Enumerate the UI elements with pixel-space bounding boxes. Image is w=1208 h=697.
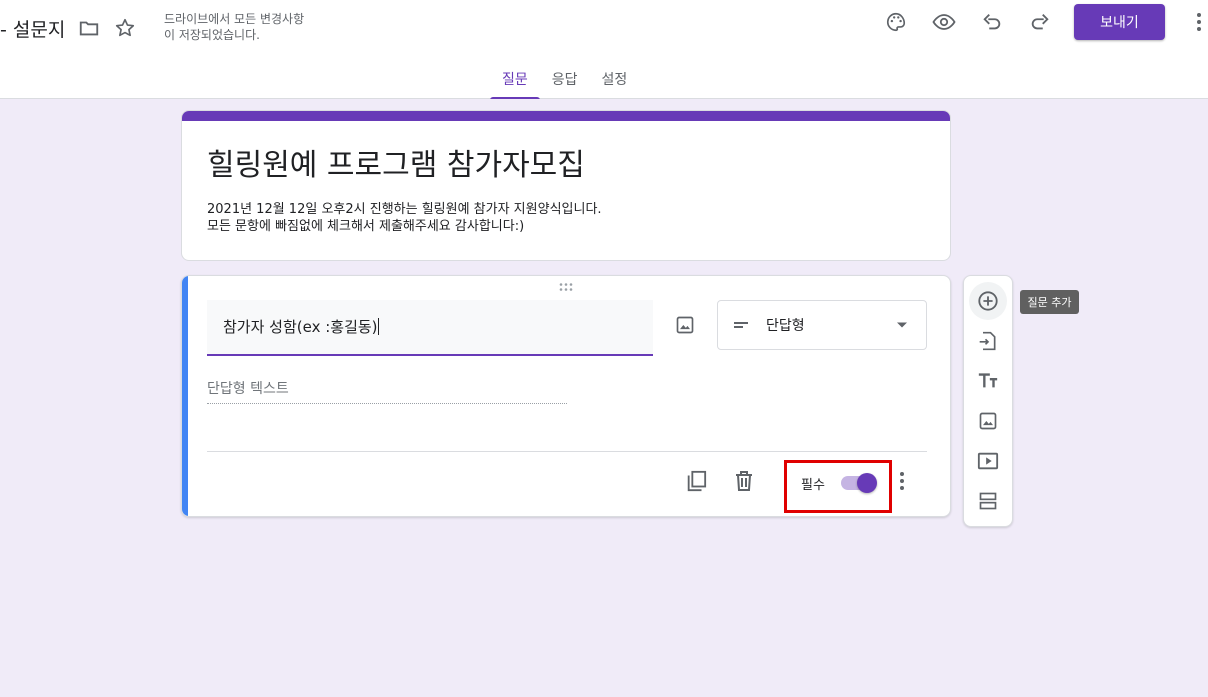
palette-icon[interactable] xyxy=(883,9,909,35)
drag-handle-icon[interactable] xyxy=(558,282,574,292)
add-video-icon[interactable] xyxy=(975,448,1001,474)
delete-icon[interactable] xyxy=(731,468,757,494)
tab-bar: 질문 응답 설정 xyxy=(490,62,640,100)
tab-questions[interactable]: 질문 xyxy=(490,62,540,100)
add-question-icon[interactable] xyxy=(969,282,1007,320)
save-status: 드라이브에서 모든 변경사항 이 저장되었습니다. xyxy=(164,11,364,43)
active-question-indicator xyxy=(182,276,188,516)
redo-icon[interactable] xyxy=(1027,9,1053,35)
question-card[interactable]: 참가자 성함(ex :홍길동) 단답형 단답형 텍스트 필수 xyxy=(181,275,951,517)
form-description[interactable]: 2021년 12월 12일 오후2시 진행하는 힐링원예 참가자 지원양식입니다… xyxy=(207,201,602,235)
required-toggle-knob[interactable] xyxy=(857,473,877,493)
form-description-line2: 모든 문항에 빠짐없에 체크해서 제출해주세요 감사합니다:) xyxy=(207,219,525,234)
form-description-line1: 2021년 12월 12일 오후2시 진행하는 힐링원예 참가자 지원양식입니다… xyxy=(207,202,602,217)
folder-icon[interactable] xyxy=(76,15,102,41)
required-label: 필수 xyxy=(801,478,825,493)
app-header: - 설문지 드라이브에서 모든 변경사항 이 저장되었습니다. 보내기 질문 응… xyxy=(0,0,1208,100)
short-answer-placeholder: 단답형 텍스트 xyxy=(207,376,567,404)
add-title-icon[interactable] xyxy=(975,368,1001,394)
short-answer-icon xyxy=(734,322,748,328)
form-title-card[interactable]: 힐링원예 프로그램 참가자모집 2021년 12월 12일 오후2시 진행하는 … xyxy=(181,110,951,261)
save-status-line1: 드라이브에서 모든 변경사항 xyxy=(164,12,305,26)
document-title[interactable]: - 설문지 xyxy=(0,15,65,42)
form-editor-canvas: 힐링원예 프로그램 참가자모집 2021년 12월 12일 오후2시 진행하는 … xyxy=(0,99,1208,697)
question-title-text: 참가자 성함(ex :홍길동) xyxy=(223,318,378,336)
tab-responses[interactable]: 응답 xyxy=(540,62,590,99)
import-questions-icon[interactable] xyxy=(975,328,1001,354)
question-more-icon[interactable] xyxy=(889,468,915,494)
question-title-input[interactable]: 참가자 성함(ex :홍길동) xyxy=(207,300,653,356)
question-type-label: 단답형 xyxy=(766,318,805,334)
dropdown-arrow-icon xyxy=(897,322,907,328)
undo-icon[interactable] xyxy=(979,9,1005,35)
add-question-tooltip: 질문 추가 xyxy=(1020,290,1079,314)
add-image-icon[interactable] xyxy=(672,312,698,338)
floating-toolbar xyxy=(963,275,1013,527)
duplicate-icon[interactable] xyxy=(683,468,709,494)
save-status-line2: 이 저장되었습니다. xyxy=(164,28,260,42)
question-type-dropdown[interactable]: 단답형 xyxy=(717,300,927,350)
send-button[interactable]: 보내기 xyxy=(1074,4,1165,40)
footer-divider xyxy=(207,451,927,452)
star-icon[interactable] xyxy=(112,15,138,41)
form-title[interactable]: 힐링원예 프로그램 참가자모집 xyxy=(207,140,585,184)
add-image-toolbar-icon[interactable] xyxy=(975,408,1001,434)
eye-icon[interactable] xyxy=(931,9,957,35)
add-section-icon[interactable] xyxy=(975,488,1001,514)
more-vert-icon[interactable] xyxy=(1186,9,1208,35)
title-card-accent-bar xyxy=(182,111,950,121)
tab-settings[interactable]: 설정 xyxy=(590,62,640,99)
text-cursor xyxy=(377,318,379,335)
